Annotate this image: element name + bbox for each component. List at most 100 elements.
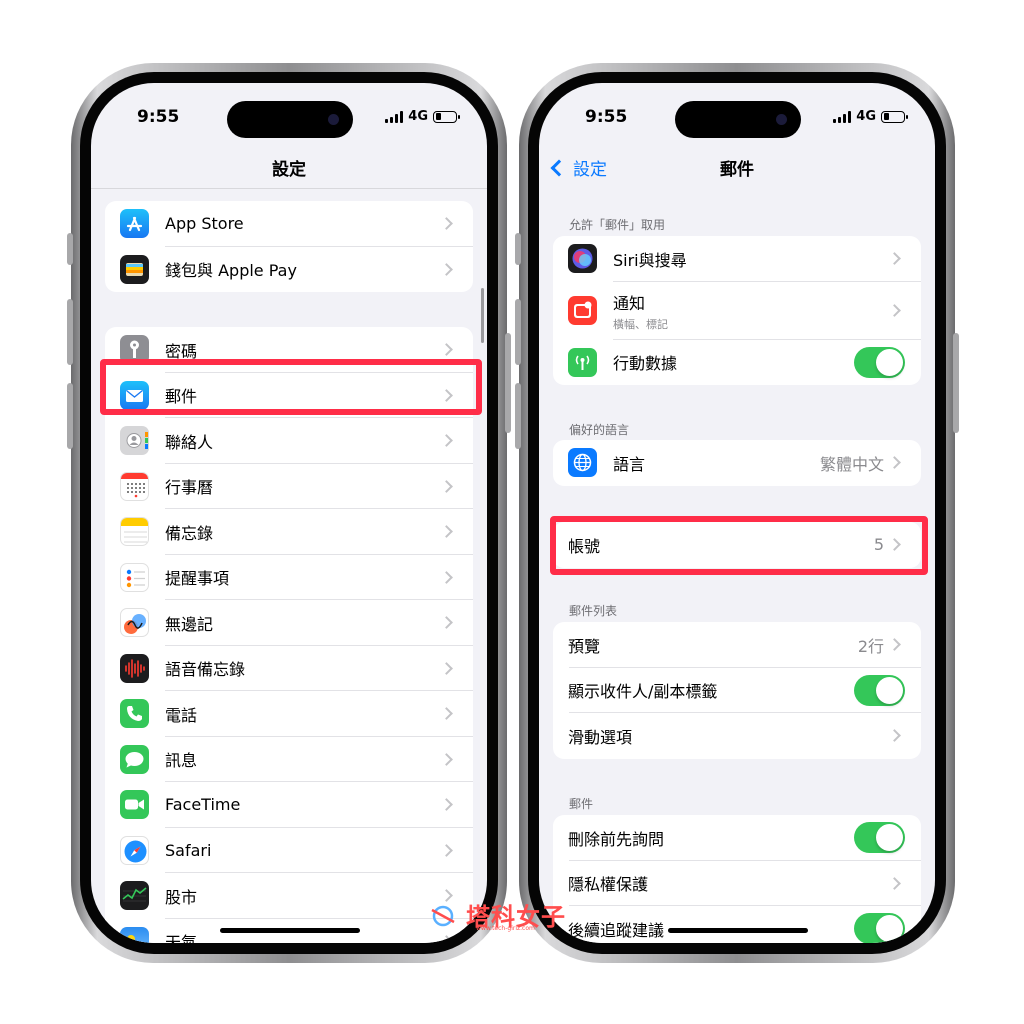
chevron-right-icon [440, 707, 453, 721]
followup-suggestions-toggle[interactable] [854, 913, 905, 943]
status-time: 9:55 [137, 107, 180, 127]
freeform-icon [120, 608, 149, 638]
chevron-right-icon [440, 752, 453, 766]
home-indicator[interactable] [668, 928, 808, 933]
battery-icon [433, 110, 460, 123]
network-type: 4G [408, 109, 428, 124]
signal-icon [385, 110, 404, 123]
settings-item-notifications[interactable]: 通知 橫幅、標記 [553, 282, 921, 340]
chevron-right-icon [440, 661, 453, 675]
scroll-indicator[interactable] [481, 288, 484, 343]
chevron-right-icon [440, 798, 453, 812]
settings-item-ask-before-delete: 刪除前先詢問 [553, 815, 921, 861]
safari-icon [120, 835, 149, 865]
chevron-right-icon [440, 525, 453, 539]
watermark-logo-icon [431, 905, 455, 926]
settings-item-privacy-protection[interactable]: 隱私權保護 [553, 861, 921, 906]
watermark: 塔科女子 www.tech-girlz.com [426, 897, 566, 932]
right-phone-frame: 9:55 4G 設定 郵件 允許「郵件」取用 Siri與搜尋 通知 橫幅、標記 … [515, 63, 959, 963]
settings-item-voice-memos[interactable]: 語音備忘錄 [105, 646, 473, 691]
chevron-right-icon [888, 876, 901, 890]
signal-icon [833, 110, 852, 123]
calendar-icon [120, 471, 149, 501]
language-value: 繁體中文 [819, 454, 884, 474]
settings-item-phone[interactable]: 電話 [105, 691, 473, 737]
status-time: 9:55 [585, 107, 628, 127]
chevron-right-icon [440, 343, 453, 357]
section-header-language: 偏好的語言 [569, 423, 630, 437]
settings-item-siri[interactable]: Siri與搜尋 [553, 236, 921, 282]
watermark-url: www.tech-girlz.com [476, 925, 535, 932]
left-phone-frame: 9:55 4G 設定 App Store 錢包與 Apple Pay 密碼 郵件… [67, 63, 511, 963]
chevron-right-icon [440, 934, 453, 943]
weather-icon [120, 926, 149, 943]
notifications-sublabel: 橫幅、標記 [613, 317, 668, 331]
chevron-right-icon [888, 729, 901, 743]
settings-item-messages[interactable]: 訊息 [105, 737, 473, 782]
chevron-right-icon [440, 843, 453, 857]
settings-item-preview[interactable]: 預覽 2行 [553, 622, 921, 668]
bezel: 9:55 4G 設定 郵件 允許「郵件」取用 Siri與搜尋 通知 橫幅、標記 … [528, 72, 946, 954]
chevron-right-icon [440, 616, 453, 630]
bezel: 9:55 4G 設定 App Store 錢包與 Apple Pay 密碼 郵件… [80, 72, 498, 954]
settings-group-apps: 密碼 郵件 聯絡人 行事曆 備忘錄 提醒事項 無邊記 語音備忘錄 電話 訊息 F… [105, 327, 473, 943]
section-header-allow: 允許「郵件」取用 [569, 218, 666, 232]
settings-item-safari[interactable]: Safari [105, 828, 473, 873]
antenna-icon [568, 347, 597, 377]
preview-value: 2行 [857, 636, 884, 656]
settings-item-followup-suggestions: 後續追蹤建議 [553, 906, 921, 943]
action-button [515, 233, 521, 265]
chevron-right-icon [440, 479, 453, 493]
chevron-right-icon [440, 217, 453, 231]
section-header-mail: 郵件 [569, 797, 594, 811]
show-to-cc-toggle[interactable] [854, 674, 905, 706]
settings-item-language[interactable]: 語言 繁體中文 [553, 440, 921, 486]
highlight-accounts-row [550, 516, 928, 575]
settings-item-app-store[interactable]: App Store [105, 201, 473, 247]
volume-down-button [515, 383, 521, 449]
settings-item-contacts[interactable]: 聯絡人 [105, 418, 473, 464]
nav-divider [91, 188, 487, 189]
chevron-right-icon [440, 570, 453, 584]
ask-before-delete-toggle[interactable] [854, 822, 905, 854]
home-indicator[interactable] [220, 928, 360, 933]
status-indicators: 4G [833, 109, 908, 124]
globe-icon [568, 448, 597, 478]
settings-item-notes[interactable]: 備忘錄 [105, 509, 473, 555]
settings-item-calendar[interactable]: 行事曆 [105, 464, 473, 509]
facetime-icon [120, 790, 149, 820]
wallet-icon [120, 254, 149, 284]
notifications-label: 通知 [613, 293, 646, 313]
chevron-right-icon [888, 304, 901, 317]
chevron-right-icon [888, 252, 901, 266]
chevron-right-icon [888, 456, 901, 470]
reminders-icon [120, 562, 149, 592]
settings-item-stocks[interactable]: 股市 [105, 873, 473, 919]
voice-memos-icon [120, 653, 149, 683]
settings-item-show-to-cc: 顯示收件人/副本標籤 [553, 668, 921, 713]
dynamic-island [227, 101, 353, 138]
settings-item-wallet[interactable]: 錢包與 Apple Pay [105, 247, 473, 293]
volume-down-button [67, 383, 73, 449]
volume-up-button [67, 299, 73, 365]
side-button [505, 333, 511, 433]
settings-item-facetime[interactable]: FaceTime [105, 782, 473, 828]
settings-item-cellular: 行動數據 [553, 340, 921, 386]
siri-icon [568, 244, 597, 274]
messages-group: 刪除前先詢問 隱私權保護 後續追蹤建議 [553, 815, 921, 943]
right-screen: 9:55 4G 設定 郵件 允許「郵件」取用 Siri與搜尋 通知 橫幅、標記 … [539, 83, 935, 943]
phone-icon [120, 699, 149, 729]
chevron-right-icon [888, 638, 901, 652]
network-type: 4G [856, 109, 876, 124]
chevron-right-icon [440, 434, 453, 448]
app-store-icon [120, 209, 149, 239]
settings-item-freeform[interactable]: 無邊記 [105, 600, 473, 646]
allow-access-group: Siri與搜尋 通知 橫幅、標記 行動數據 [553, 236, 921, 385]
cellular-toggle[interactable] [854, 346, 905, 378]
chevron-right-icon [440, 262, 453, 276]
notes-icon [120, 517, 149, 547]
settings-item-reminders[interactable]: 提醒事項 [105, 555, 473, 600]
action-button [67, 233, 73, 265]
page-title: 設定 [272, 160, 306, 180]
settings-item-swipe-options[interactable]: 滑動選項 [553, 713, 921, 759]
